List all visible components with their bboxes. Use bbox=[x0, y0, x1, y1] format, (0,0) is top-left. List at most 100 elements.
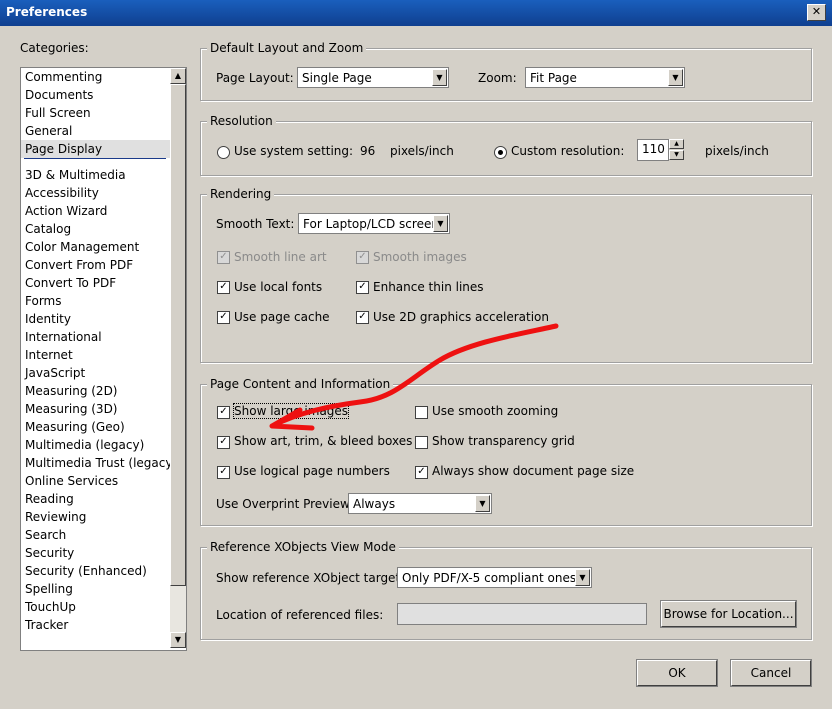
category-item[interactable]: Convert To PDF bbox=[21, 274, 170, 292]
system-resolution-unit: pixels/inch bbox=[390, 144, 454, 158]
thin-lines-label: Enhance thin lines bbox=[373, 280, 484, 294]
category-item[interactable]: Measuring (Geo) bbox=[21, 418, 170, 436]
categories-scrollbar[interactable]: ▲ ▼ bbox=[170, 68, 186, 648]
resolution-legend: Resolution bbox=[207, 114, 276, 128]
smooth-line-art-label: Smooth line art bbox=[234, 250, 327, 264]
smooth-text-select[interactable]: For Laptop/LCD screens ▼ bbox=[298, 213, 450, 234]
page-layout-select[interactable]: Single Page ▼ bbox=[297, 67, 449, 88]
category-item[interactable]: 3D & Multimedia bbox=[21, 166, 170, 184]
title-bar: Preferences ✕ bbox=[0, 0, 832, 26]
large-images-checkbox[interactable]: ✓ bbox=[217, 406, 230, 419]
custom-resolution-input[interactable]: 110 bbox=[637, 139, 669, 161]
logical-numbers-checkbox[interactable]: ✓ bbox=[217, 466, 230, 479]
thin-lines-checkbox[interactable]: ✓ bbox=[356, 281, 369, 294]
category-item[interactable]: Measuring (3D) bbox=[21, 400, 170, 418]
category-item[interactable]: Measuring (2D) bbox=[21, 382, 170, 400]
chevron-down-icon: ▼ bbox=[475, 495, 490, 512]
window-title: Preferences bbox=[6, 5, 88, 19]
doc-page-size-checkbox[interactable]: ✓ bbox=[415, 466, 428, 479]
category-item[interactable]: Color Management bbox=[21, 238, 170, 256]
category-item[interactable]: Multimedia (legacy) bbox=[21, 436, 170, 454]
page-cache-checkbox[interactable]: ✓ bbox=[217, 311, 230, 324]
local-fonts-checkbox[interactable]: ✓ bbox=[217, 281, 230, 294]
smooth-text-label: Smooth Text: bbox=[216, 217, 295, 231]
category-item[interactable]: Accessibility bbox=[21, 184, 170, 202]
local-fonts-label: Use local fonts bbox=[234, 280, 323, 294]
page-cache-label: Use page cache bbox=[234, 310, 330, 324]
smooth-images-checkbox[interactable]: ✓ bbox=[356, 251, 369, 264]
zoom-label: Zoom: bbox=[478, 71, 517, 85]
custom-resolution-radio[interactable] bbox=[494, 146, 507, 159]
category-item[interactable]: Commenting bbox=[21, 68, 170, 86]
xobjects-legend: Reference XObjects View Mode bbox=[207, 540, 399, 554]
category-item[interactable]: International bbox=[21, 328, 170, 346]
category-item[interactable]: Security (Enhanced) bbox=[21, 562, 170, 580]
layout-legend: Default Layout and Zoom bbox=[207, 41, 367, 55]
category-item[interactable]: Identity bbox=[21, 310, 170, 328]
category-item[interactable]: Spelling bbox=[21, 580, 170, 598]
layout-group: Default Layout and Zoom Page Layout: Sin… bbox=[200, 41, 812, 101]
category-item[interactable]: Search bbox=[21, 526, 170, 544]
zoom-select[interactable]: Fit Page ▼ bbox=[525, 67, 685, 88]
category-item[interactable]: General bbox=[21, 122, 170, 140]
browse-button[interactable]: Browse for Location... bbox=[661, 601, 796, 627]
rendering-legend: Rendering bbox=[207, 187, 275, 201]
category-item[interactable]: Documents bbox=[21, 86, 170, 104]
scroll-down-button[interactable]: ▼ bbox=[170, 632, 186, 648]
arrow-down-icon: ▼ bbox=[174, 635, 182, 644]
art-trim-checkbox[interactable]: ✓ bbox=[217, 436, 230, 449]
smooth-zooming-label: Use smooth zooming bbox=[432, 404, 559, 418]
system-setting-label: Use system setting: bbox=[234, 144, 354, 158]
overprint-label: Use Overprint Preview: bbox=[216, 497, 354, 511]
smooth-images-label: Smooth images bbox=[373, 250, 467, 264]
art-trim-label: Show art, trim, & bleed boxes bbox=[234, 434, 413, 448]
custom-resolution-stepper[interactable]: 110 ▲ ▼ bbox=[637, 139, 685, 161]
page-layout-value: Single Page bbox=[302, 71, 372, 85]
category-item[interactable]: Forms bbox=[21, 292, 170, 310]
page-content-group: Page Content and Information ✓ Show larg… bbox=[200, 377, 812, 526]
system-setting-radio[interactable] bbox=[217, 146, 230, 159]
smooth-text-value: For Laptop/LCD screens bbox=[303, 217, 446, 231]
xobject-targets-select[interactable]: Only PDF/X-5 compliant ones ▼ bbox=[397, 567, 592, 588]
overprint-select[interactable]: Always ▼ bbox=[348, 493, 492, 514]
category-item[interactable]: Action Wizard bbox=[21, 202, 170, 220]
location-input[interactable] bbox=[397, 603, 647, 625]
graphics-2d-checkbox[interactable]: ✓ bbox=[356, 311, 369, 324]
transparency-grid-checkbox[interactable] bbox=[415, 436, 428, 449]
scroll-thumb[interactable] bbox=[170, 84, 186, 586]
ok-button[interactable]: OK bbox=[637, 660, 717, 686]
category-item[interactable]: TouchUp bbox=[21, 598, 170, 616]
spin-down-icon[interactable]: ▼ bbox=[669, 150, 684, 160]
location-label: Location of referenced files: bbox=[216, 608, 384, 622]
xobjects-group: Reference XObjects View Mode Show refere… bbox=[200, 540, 812, 640]
custom-resolution-label: Custom resolution: bbox=[511, 144, 625, 158]
close-button[interactable]: ✕ bbox=[807, 4, 826, 21]
category-item[interactable]: Online Services bbox=[21, 472, 170, 490]
categories-list[interactable]: Commenting Documents Full Screen General Pag… bbox=[20, 67, 187, 651]
category-item[interactable]: Convert From PDF bbox=[21, 256, 170, 274]
category-item[interactable]: Tracker bbox=[21, 616, 170, 634]
category-item[interactable]: Catalog bbox=[21, 220, 170, 238]
smooth-zooming-checkbox[interactable] bbox=[415, 406, 428, 419]
page-content-legend: Page Content and Information bbox=[207, 377, 394, 391]
category-item[interactable]: JavaScript bbox=[21, 364, 170, 382]
xobject-targets-label: Show reference XObject targets: bbox=[216, 571, 411, 585]
category-item[interactable]: Page Display bbox=[21, 140, 170, 158]
logical-numbers-label: Use logical page numbers bbox=[234, 464, 390, 478]
spin-up-icon[interactable]: ▲ bbox=[669, 139, 684, 149]
category-item[interactable]: Reviewing bbox=[21, 508, 170, 526]
scroll-up-button[interactable]: ▲ bbox=[170, 68, 186, 84]
cancel-button[interactable]: Cancel bbox=[731, 660, 811, 686]
arrow-up-icon: ▲ bbox=[174, 71, 182, 80]
category-item[interactable]: Security bbox=[21, 544, 170, 562]
overprint-value: Always bbox=[353, 497, 396, 511]
large-images-label: Show large images bbox=[232, 403, 350, 419]
chevron-down-icon: ▼ bbox=[432, 69, 447, 86]
smooth-line-art-checkbox[interactable]: ✓ bbox=[217, 251, 230, 264]
category-item[interactable]: Internet bbox=[21, 346, 170, 364]
close-icon: ✕ bbox=[811, 5, 822, 18]
category-item[interactable]: Full Screen bbox=[21, 104, 170, 122]
category-item[interactable]: Multimedia Trust (legacy) bbox=[21, 454, 170, 472]
graphics-2d-label: Use 2D graphics acceleration bbox=[373, 310, 549, 324]
category-item[interactable]: Reading bbox=[21, 490, 170, 508]
